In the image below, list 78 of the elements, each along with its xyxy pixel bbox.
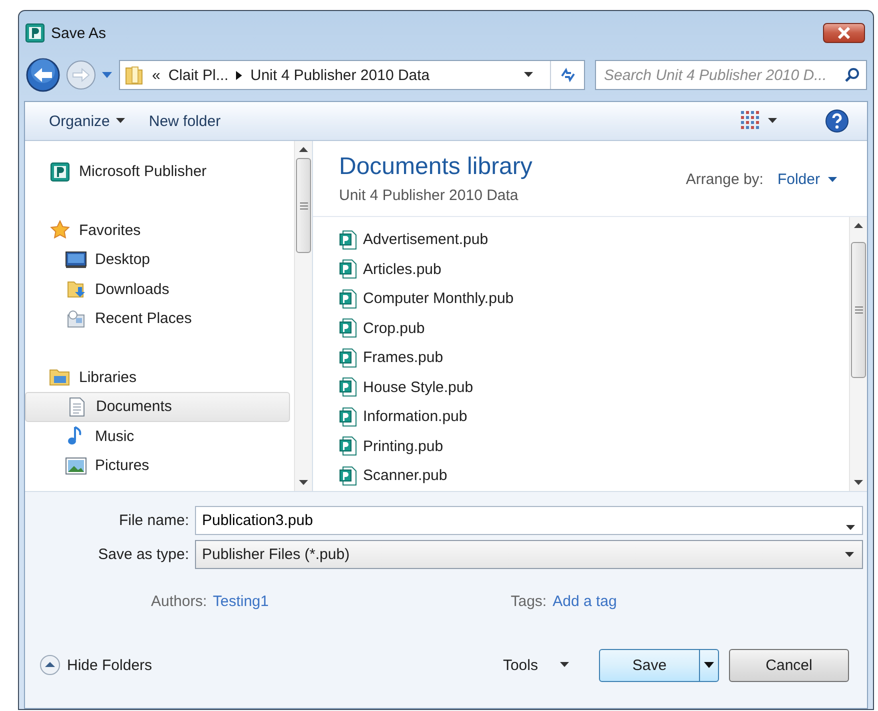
publisher-file-icon [339,348,359,368]
cancel-button[interactable]: Cancel [729,648,849,682]
save-as-type-label: Save as type: [97,546,190,563]
file-name[interactable]: Advertisement.pub [363,231,488,248]
file-name[interactable]: Printing.pub [363,438,444,455]
file-name[interactable]: Crop.pub [363,320,425,337]
search-field[interactable]: Search Unit 4 Publisher 2010 D... [595,60,867,90]
new-folder-button[interactable]: New folder [140,108,229,134]
file-name[interactable]: Scanner.pub [363,467,448,484]
authors-value[interactable]: Testing1 [212,592,269,610]
sidebar-item[interactable]: Favorites [25,216,290,245]
tools-menu[interactable]: Tools [496,656,575,674]
overflow-chevron[interactable]: « [152,66,160,84]
desktop-icon [65,250,87,269]
file-name-field[interactable]: Publication3.pub [195,506,863,535]
recent-places-icon [65,308,87,329]
caret-icon [524,72,532,78]
address-bar[interactable]: « Clait Pl... Unit 4 Publisher 2010 Data [119,60,585,90]
sidebar-item[interactable]: Downloads [25,274,290,304]
sidebar-item[interactable]: Desktop [25,245,290,274]
refresh-icon [558,67,576,83]
file-name[interactable]: House Style.pub [363,378,474,396]
close-icon [837,27,851,39]
sidebar-item[interactable]: Libraries [25,362,290,392]
chevron-icon [236,70,242,80]
publisher-file-icon [339,436,359,456]
publisher-icon [25,23,45,43]
scrollbar-thumb[interactable] [851,242,866,378]
grid-view-icon [740,110,762,132]
breadcrumb[interactable]: Clait Pl... [168,66,228,84]
save-button[interactable]: Save [599,648,719,682]
publisher-file-icon [339,406,359,427]
libraries-icon [49,367,71,388]
publisher-file-icon [339,259,359,280]
close-button[interactable] [823,23,865,43]
file-name[interactable]: Computer Monthly.pub [363,290,514,308]
add-tag-link[interactable]: Add a tag [552,592,617,610]
file-name-label: File name: [118,512,190,529]
help-icon [825,109,849,133]
arrange-by-label: Arrange by: [686,171,764,188]
sidebar-item[interactable]: Recent Places [25,304,290,334]
publisher-file-icon [339,288,359,309]
breadcrumb[interactable]: Unit 4 Publisher 2010 Data [250,66,430,84]
authors-label: Authors: [151,592,207,610]
library-title: Documents library [339,153,532,181]
sidebar-item[interactable]: Pictures [25,451,290,480]
file-type-dropdown[interactable]: Publisher Files (*.pub) [195,540,863,569]
arrange-by-dropdown[interactable]: Folder [777,171,837,188]
sidebar-item[interactable]: Documents [25,392,290,422]
file-name[interactable]: Frames.pub [363,349,444,366]
hide-folders-button[interactable]: Hide Folders [39,654,152,676]
library-path: Unit 4 Publisher 2010 Data [339,187,520,204]
caret-icon [116,118,125,124]
history-dropdown[interactable] [101,71,113,79]
star-icon [49,220,71,240]
sidebar-item[interactable]: Microsoft Publisher [25,157,290,186]
organize-menu[interactable]: Organize [41,108,133,134]
caret-icon [828,176,837,182]
caret-icon [560,662,569,668]
caret-icon [768,118,777,124]
tags-label: Tags: [510,592,547,610]
downloads-icon [65,279,87,300]
file-name[interactable]: Information.pub [363,408,468,426]
pictures-icon [65,456,87,475]
publisher-file-icon [339,230,359,250]
search-icon [844,67,860,83]
folder-icon [124,64,144,86]
scrollbar-thumb[interactable] [296,158,311,253]
back-button[interactable] [25,57,61,93]
publisher-file-icon [339,466,359,486]
publisher-file-icon [339,377,359,398]
file-name[interactable]: Articles.pub [363,260,442,278]
publisher-file-icon [339,318,359,338]
caret-icon [845,552,854,558]
publisher-icon [49,162,71,182]
caret-icon [704,662,714,668]
sidebar-item[interactable]: Music [25,422,290,451]
window-title: Save As [51,24,106,42]
